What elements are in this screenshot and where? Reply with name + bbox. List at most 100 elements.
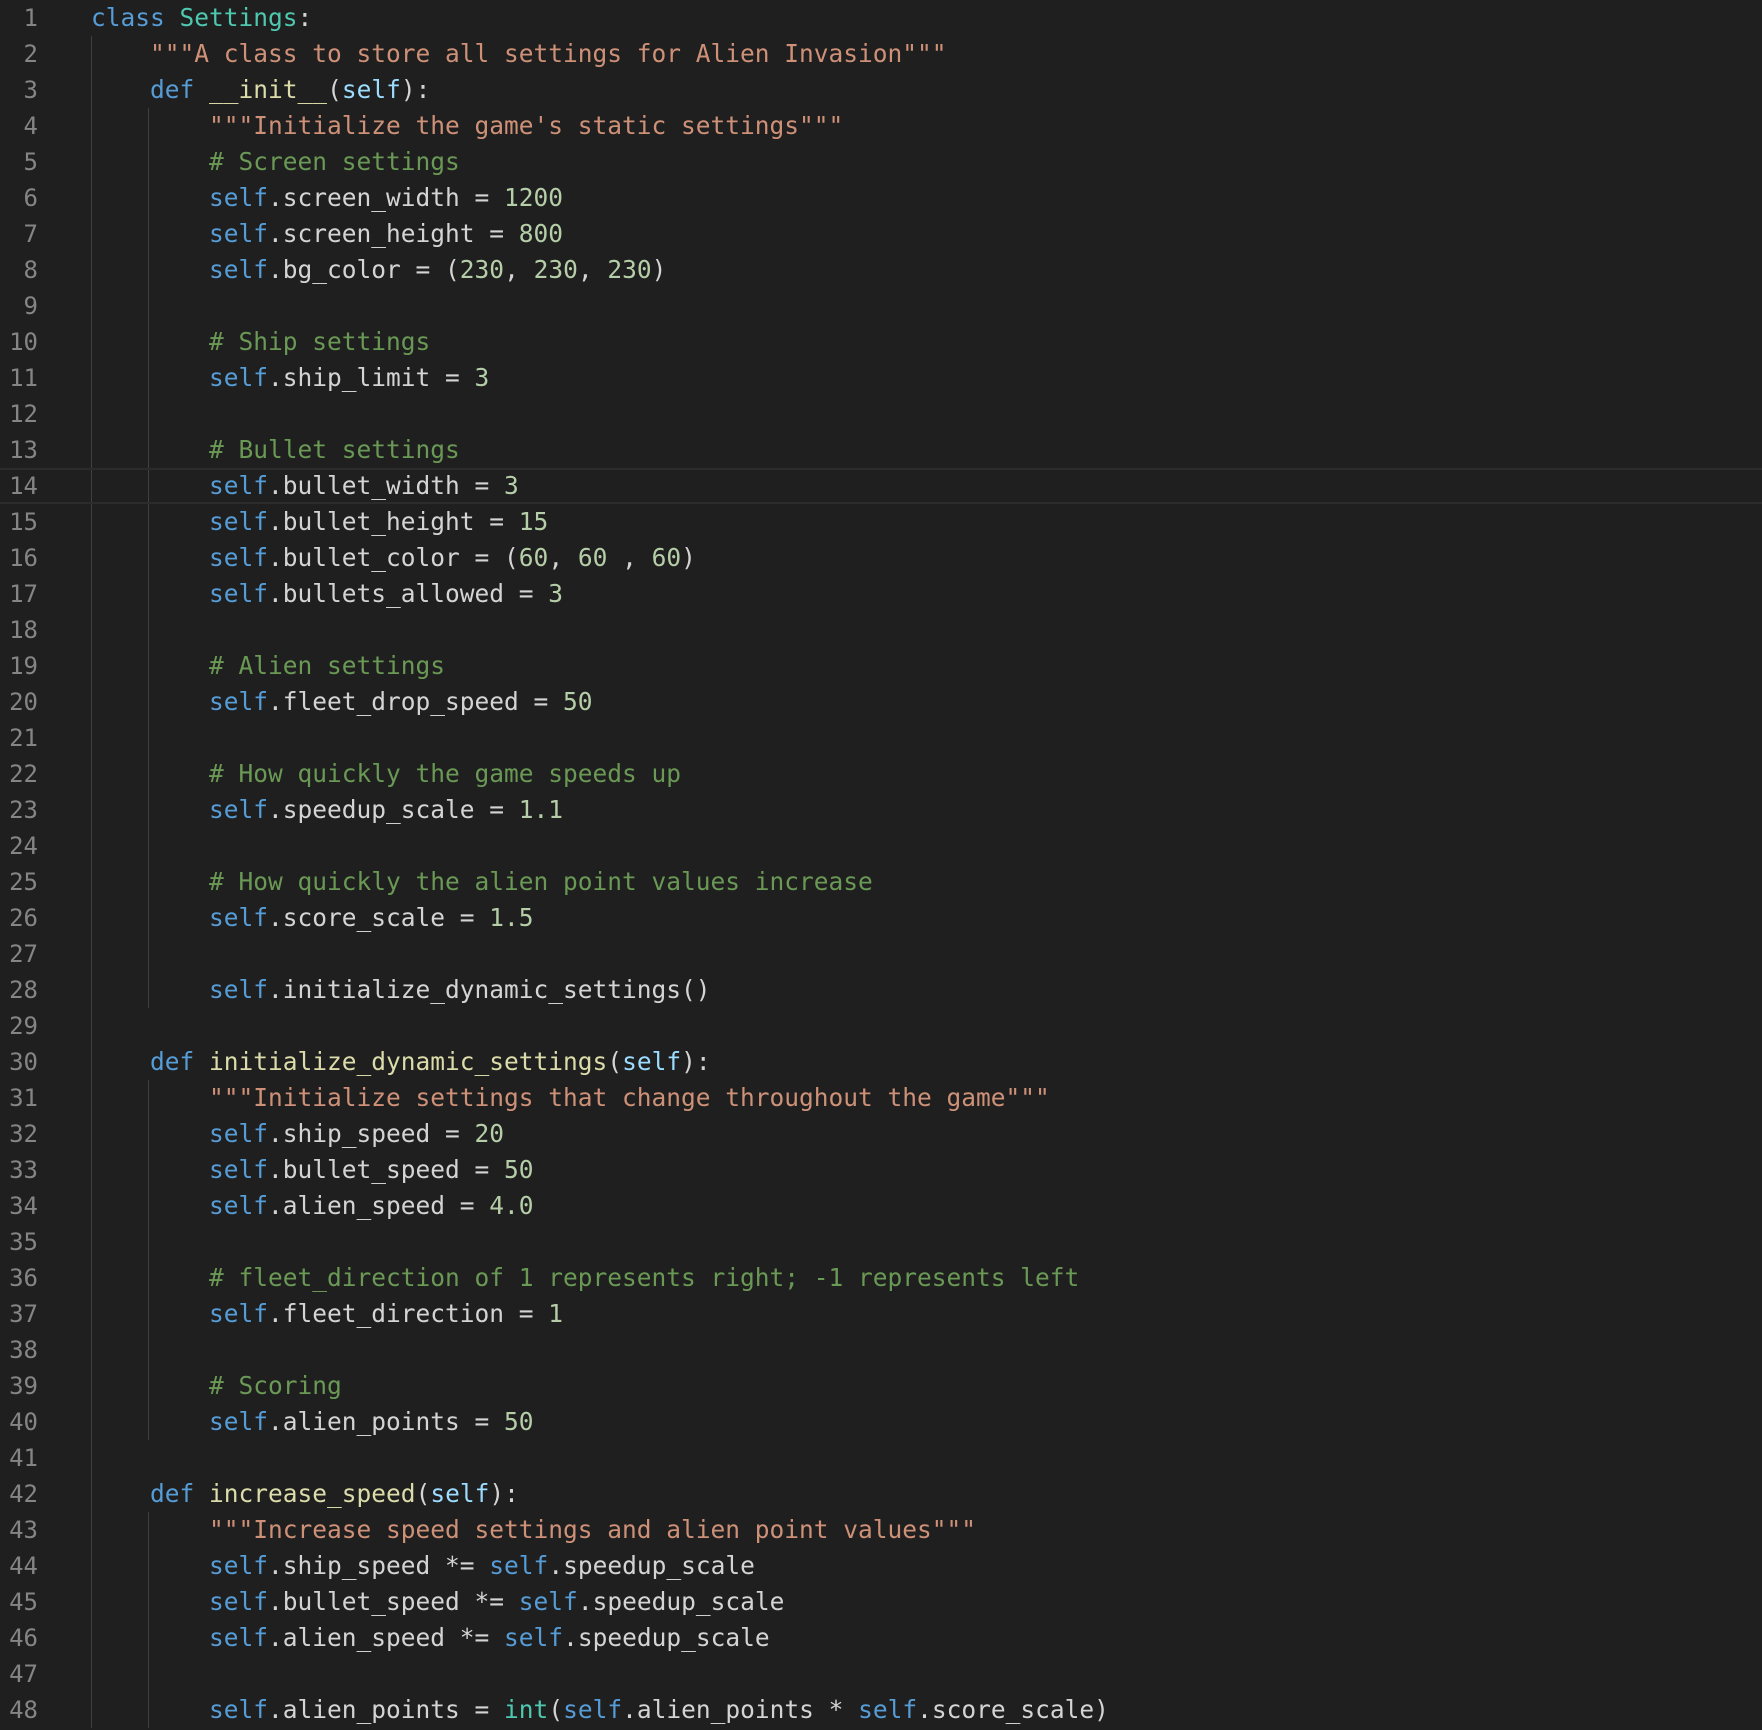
- code-line[interactable]: 37 self.fleet_direction = 1: [0, 1296, 1762, 1332]
- code-text[interactable]: def __init__(self):: [91, 72, 430, 108]
- line-number: 5: [23, 148, 38, 176]
- code-text[interactable]: self.alien_points = int(self.alien_point…: [91, 1692, 1109, 1728]
- code-line[interactable]: 27: [0, 936, 1762, 972]
- code-text[interactable]: # Scoring: [91, 1368, 342, 1404]
- code-line[interactable]: 17 self.bullets_allowed = 3: [0, 576, 1762, 612]
- code-token: .score_scale =: [268, 903, 490, 932]
- code-text[interactable]: self.bullet_speed *= self.speedup_scale: [91, 1584, 784, 1620]
- code-line[interactable]: 6 self.screen_width = 1200: [0, 180, 1762, 216]
- line-number: 32: [9, 1120, 38, 1148]
- code-text[interactable]: def increase_speed(self):: [91, 1476, 519, 1512]
- code-line[interactable]: 47: [0, 1656, 1762, 1692]
- code-text[interactable]: self.screen_width = 1200: [91, 180, 563, 216]
- code-line[interactable]: 45 self.bullet_speed *= self.speedup_sca…: [0, 1584, 1762, 1620]
- code-text[interactable]: # Screen settings: [91, 144, 460, 180]
- code-text[interactable]: self.bullets_allowed = 3: [91, 576, 563, 612]
- code-line[interactable]: 2 """A class to store all settings for A…: [0, 36, 1762, 72]
- code-line[interactable]: 22 # How quickly the game speeds up: [0, 756, 1762, 792]
- code-text[interactable]: # Bullet settings: [91, 432, 460, 468]
- line-number: 18: [9, 616, 38, 644]
- code-line[interactable]: 23 self.speedup_scale = 1.1: [0, 792, 1762, 828]
- code-line[interactable]: 3 def __init__(self):: [0, 72, 1762, 108]
- code-line[interactable]: 40 self.alien_points = 50: [0, 1404, 1762, 1440]
- code-token: self: [209, 1155, 269, 1184]
- code-token: 230: [533, 255, 578, 284]
- code-line[interactable]: 32 self.ship_speed = 20: [0, 1116, 1762, 1152]
- code-text[interactable]: self.bullet_speed = 50: [91, 1152, 534, 1188]
- code-text[interactable]: # How quickly the alien point values inc…: [91, 864, 873, 900]
- code-text[interactable]: """Initialize the game's static settings…: [91, 108, 843, 144]
- code-text[interactable]: self.fleet_direction = 1: [91, 1296, 563, 1332]
- code-text[interactable]: self.alien_points = 50: [91, 1404, 534, 1440]
- code-text[interactable]: self.ship_speed = 20: [91, 1116, 504, 1152]
- code-line[interactable]: 36 # fleet_direction of 1 represents rig…: [0, 1260, 1762, 1296]
- code-line[interactable]: 19 # Alien settings: [0, 648, 1762, 684]
- code-token: 60: [651, 543, 682, 572]
- code-text[interactable]: self.speedup_scale = 1.1: [91, 792, 563, 828]
- code-text[interactable]: self.ship_limit = 3: [91, 360, 489, 396]
- code-line[interactable]: 24: [0, 828, 1762, 864]
- code-line[interactable]: 9: [0, 288, 1762, 324]
- code-editor[interactable]: 1 class Settings: 2 """A class to store al…: [0, 0, 1762, 1730]
- code-text[interactable]: self.bullet_height = 15: [91, 504, 548, 540]
- code-text[interactable]: self.alien_speed *= self.speedup_scale: [91, 1620, 770, 1656]
- code-line[interactable]: 7 self.screen_height = 800: [0, 216, 1762, 252]
- code-text[interactable]: # fleet_direction of 1 represents right;…: [91, 1260, 1079, 1296]
- code-line[interactable]: 29: [0, 1008, 1762, 1044]
- code-line[interactable]: 16 self.bullet_color = (60, 60 , 60): [0, 540, 1762, 576]
- code-text[interactable]: self.alien_speed = 4.0: [91, 1188, 534, 1224]
- code-text[interactable]: self.ship_speed *= self.speedup_scale: [91, 1548, 755, 1584]
- code-line[interactable]: 8 self.bg_color = (230, 230, 230): [0, 252, 1762, 288]
- code-text[interactable]: # Alien settings: [91, 648, 445, 684]
- code-line[interactable]: 14 self.bullet_width = 3: [0, 468, 1762, 504]
- code-line[interactable]: 30 def initialize_dynamic_settings(self)…: [0, 1044, 1762, 1080]
- code-line[interactable]: 41: [0, 1440, 1762, 1476]
- code-line[interactable]: 15 self.bullet_height = 15: [0, 504, 1762, 540]
- code-text[interactable]: # How quickly the game speeds up: [91, 756, 681, 792]
- code-line[interactable]: 18: [0, 612, 1762, 648]
- code-line[interactable]: 20 self.fleet_drop_speed = 50: [0, 684, 1762, 720]
- code-line[interactable]: 26 self.score_scale = 1.5: [0, 900, 1762, 936]
- code-line[interactable]: 33 self.bullet_speed = 50: [0, 1152, 1762, 1188]
- code-text[interactable]: self.bullet_color = (60, 60 , 60): [91, 540, 696, 576]
- code-text[interactable]: self.score_scale = 1.5: [91, 900, 534, 936]
- code-line[interactable]: 42 def increase_speed(self):: [0, 1476, 1762, 1512]
- code-line[interactable]: 46 self.alien_speed *= self.speedup_scal…: [0, 1620, 1762, 1656]
- code-line[interactable]: 5 # Screen settings: [0, 144, 1762, 180]
- code-line[interactable]: 31 """Initialize settings that change th…: [0, 1080, 1762, 1116]
- code-line[interactable]: 4 """Initialize the game's static settin…: [0, 108, 1762, 144]
- code-text[interactable]: """A class to store all settings for Ali…: [91, 36, 947, 72]
- code-text[interactable]: class Settings:: [91, 0, 312, 36]
- code-line[interactable]: 25 # How quickly the alien point values …: [0, 864, 1762, 900]
- code-line[interactable]: 1 class Settings:: [0, 0, 1762, 36]
- code-text[interactable]: self.fleet_drop_speed = 50: [91, 684, 593, 720]
- code-line[interactable]: 38: [0, 1332, 1762, 1368]
- code-line[interactable]: 34 self.alien_speed = 4.0: [0, 1188, 1762, 1224]
- code-text[interactable]: self.initialize_dynamic_settings(): [91, 972, 711, 1008]
- code-line[interactable]: 43 """Increase speed settings and alien …: [0, 1512, 1762, 1548]
- code-text[interactable]: """Increase speed settings and alien poi…: [91, 1512, 976, 1548]
- code-line[interactable]: 12: [0, 396, 1762, 432]
- code-token: 60: [518, 543, 549, 572]
- code-text[interactable]: self.screen_height = 800: [91, 216, 563, 252]
- code-token: # Alien settings: [209, 651, 446, 680]
- code-line[interactable]: 11 self.ship_limit = 3: [0, 360, 1762, 396]
- code-line[interactable]: 13 # Bullet settings: [0, 432, 1762, 468]
- code-line[interactable]: 21: [0, 720, 1762, 756]
- code-text[interactable]: def initialize_dynamic_settings(self):: [91, 1044, 711, 1080]
- code-text[interactable]: self.bullet_width = 3: [91, 470, 519, 502]
- code-line[interactable]: 28 self.initialize_dynamic_settings(): [0, 972, 1762, 1008]
- code-text[interactable]: # Ship settings: [91, 324, 430, 360]
- code-line[interactable]: 44 self.ship_speed *= self.speedup_scale: [0, 1548, 1762, 1584]
- code-text[interactable]: self.bg_color = (230, 230, 230): [91, 252, 666, 288]
- code-token: .alien_speed *=: [268, 1623, 505, 1652]
- code-text[interactable]: """Initialize settings that change throu…: [91, 1080, 1050, 1116]
- code-line[interactable]: 48 self.alien_points = int(self.alien_po…: [0, 1692, 1762, 1728]
- code-line[interactable]: 39 # Scoring: [0, 1368, 1762, 1404]
- code-line[interactable]: 35: [0, 1224, 1762, 1260]
- code-line[interactable]: 10 # Ship settings: [0, 324, 1762, 360]
